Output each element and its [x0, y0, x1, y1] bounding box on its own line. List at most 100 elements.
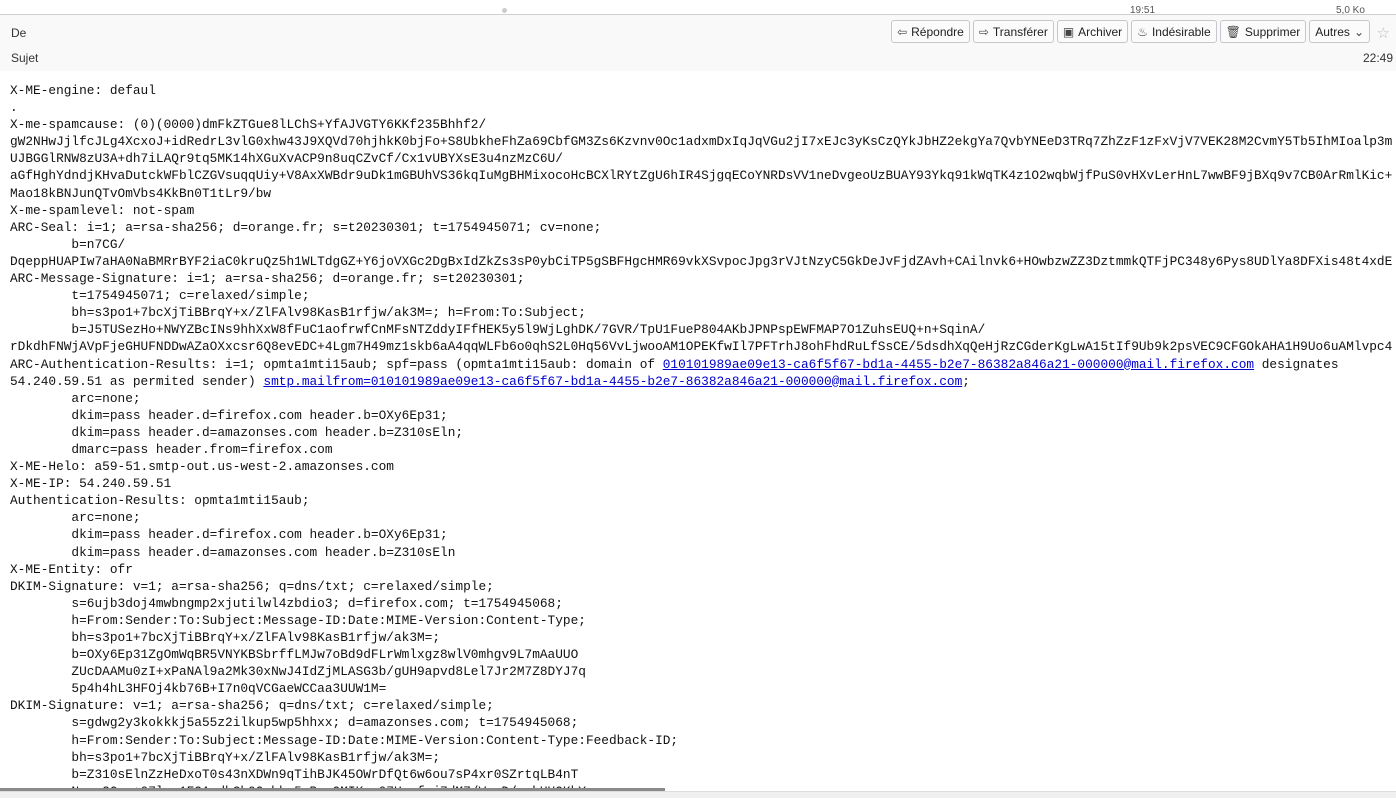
from-label: De: [11, 26, 27, 40]
header-line: ARC-Seal: i=1; a=rsa-sha256; d=orange.fr…: [10, 219, 1392, 236]
header-line: rDkdhFNWjAVpFjeGHUFNDDwAZaOXxcsr6Q8evEDC…: [10, 338, 1392, 355]
header-line-text: X-ME-IP: 54.240.59.51: [10, 476, 172, 492]
reply-button[interactable]: ⇦ Répondre: [891, 20, 970, 43]
button-label: Répondre: [911, 24, 964, 39]
header-line: s=gdwg2y3kokkkj5a55z2ilkup5wp5hhxx; d=am…: [10, 714, 1392, 731]
header-line-text: b=Z310sElnZzHeDxoT0s43nXDWn9qTihBJK45OWr…: [10, 766, 579, 782]
header-line: X-me-spamcause: (0)(0000)dmFkZTGue8lLChS…: [10, 116, 1392, 133]
archive-icon: ▣: [1062, 24, 1075, 39]
header-line: X-ME-engine: defaul: [10, 82, 1392, 99]
header-line: X-ME-Helo: a59-51.smtp-out.us-west-2.ama…: [10, 458, 1392, 475]
header-line: UJBGGlRNW8zU3A+dh7iLAQr9tq5MK14hXGuXvACP…: [10, 150, 1392, 167]
header-line: h=From:Sender:To:Subject:Message-ID:Date…: [10, 732, 1392, 749]
button-label: Transférer: [992, 24, 1048, 39]
header-line: dkim=pass header.d=firefox.com header.b=…: [10, 407, 1392, 424]
header-line-text: 54.240.59.51 as permited sender): [10, 373, 264, 389]
header-line-text: ;: [962, 373, 970, 389]
header-line-text: 5p4h4hL3HFOj4kb76B+I7n0qVCGaeWCCaa3UUW1M…: [10, 681, 387, 697]
forward-button[interactable]: ⇨ Transférer: [972, 20, 1054, 43]
header-line-text: aGfHghYdndjKHvaDutckWFblCZGVsuqqUiy+V8Ax…: [10, 168, 1393, 184]
button-label: Autres: [1315, 24, 1350, 39]
message-time: 22:49: [1362, 51, 1393, 65]
header-line: bh=s3po1+7bcXjTiBBrqY+x/ZlFAlv98KasB1rfj…: [10, 304, 1392, 321]
message-source: X-ME-engine: defaul. X-me-spamcause: (0)(…: [10, 82, 1392, 800]
header-line: arc=none;: [10, 509, 1392, 526]
header-line-text: X-ME-Helo: a59-51.smtp-out.us-west-2.ama…: [10, 459, 394, 475]
header-line-text: dkim=pass header.d=amazonses.com header.…: [10, 424, 464, 440]
header-line: DKIM-Signature: v=1; a=rsa-sha256; q=dns…: [10, 697, 1392, 714]
header-line-text: ARC-Authentication-Results: i=1; opmta1m…: [10, 356, 663, 372]
header-line: b=J5TUSezHo+NWYZBcINs9hhXxW8fFuC1aofrwfC…: [10, 321, 1392, 338]
chevron-down-button[interactable]: Autres ⌄: [1309, 20, 1370, 43]
header-line-text: arc=none;: [10, 390, 141, 406]
header-line-text: X-ME-engine: defaul: [10, 83, 156, 98]
header-line-text: gW2NHwJjlfcJLg4XcxoJ+idRedrL3vlG0xhw43J9…: [10, 134, 1393, 150]
header-line: .: [10, 99, 1392, 116]
header-line-text: X-me-spamlevel: not-spam: [10, 202, 195, 218]
header-line-text: s=6ujb3doj4mwbngmp2xjutilwl4zbdio3; d=fi…: [10, 595, 563, 611]
header-line-text: ZUcDAAMu0zI+xPaNAl9a2Mk30xNwJ4IdZjMLASG3…: [10, 664, 586, 680]
email-link[interactable]: 010101989ae09e13-ca6f5f67-bd1a-4455-b2e7…: [663, 357, 1254, 372]
junk-button[interactable]: ♨ Indésirable: [1131, 20, 1217, 43]
reply-icon: ⇦: [897, 24, 908, 39]
list-row-time: 19:51: [1130, 5, 1156, 14]
header-line-text: dkim=pass header.d=amazonses.com header.…: [10, 544, 456, 560]
header-line-text: ARC-Message-Signature: i=1; a=rsa-sha256…: [10, 271, 525, 287]
button-label: Archiver: [1078, 24, 1123, 39]
header-line-text: .: [10, 100, 18, 116]
button-label: Indésirable: [1151, 24, 1211, 39]
header-line-text: ARC-Seal: i=1; a=rsa-sha256; d=orange.fr…: [10, 219, 602, 235]
header-line-text: dkim=pass header.d=firefox.com header.b=…: [10, 407, 448, 423]
message-list-row[interactable]: 19:51 5,0 Ko: [0, 0, 1396, 14]
header-line-text: Authentication-Results: opmta1mti15aub;: [10, 493, 310, 509]
header-line-text: X-me-spamcause: (0)(0000)dmFkZTGue8lLChS…: [10, 117, 487, 133]
header-line: t=1754945071; c=relaxed/simple;: [10, 287, 1392, 304]
header-line: arc=none;: [10, 390, 1392, 407]
header-line-text: DqeppHUAPIw7aHA0NaBMRrBYF2iaC0kruQz5h1WL…: [10, 253, 1393, 269]
header-line-text: arc=none;: [10, 510, 141, 526]
header-line-text: h=From:Sender:To:Subject:Message-ID:Date…: [10, 732, 679, 748]
email-link[interactable]: smtp.mailfrom=010101989ae09e13-ca6f5f67-…: [263, 374, 962, 389]
header-line: 5p4h4hL3HFOj4kb76B+I7n0qVCGaeWCCaa3UUW1M…: [10, 680, 1392, 697]
header-line: X-ME-IP: 54.240.59.51: [10, 475, 1392, 492]
header-line-text: dmarc=pass header.from=firefox.com: [10, 441, 333, 457]
subject-label: Sujet: [11, 51, 39, 65]
archive-button[interactable]: ▣ Archiver: [1056, 20, 1129, 43]
trash-icon: 🗑: [1225, 24, 1241, 39]
header-line-text: s=gdwg2y3kokkkj5a55z2ilkup5wp5hhxx; d=am…: [10, 715, 579, 731]
star-icon[interactable]: ☆: [1377, 24, 1390, 42]
header-line: s=6ujb3doj4mwbngmp2xjutilwl4zbdio3; d=fi…: [10, 595, 1392, 612]
header-line: dkim=pass header.d=amazonses.com header.…: [10, 424, 1392, 441]
header-line-text: DKIM-Signature: v=1; a=rsa-sha256; q=dns…: [10, 698, 494, 714]
header-line-text: bh=s3po1+7bcXjTiBBrqY+x/ZlFAlv98KasB1rfj…: [10, 749, 441, 765]
header-line: h=From:Sender:To:Subject:Message-ID:Date…: [10, 612, 1392, 629]
header-line-text: t=1754945071; c=relaxed/simple;: [10, 288, 310, 304]
header-line-text: b=J5TUSezHo+NWYZBcINs9hhXxW8fFuC1aofrwfC…: [10, 322, 986, 338]
header-line-text: rDkdhFNWjAVpFjeGHUFNDDwAZaOXxcsr6Q8evEDC…: [10, 339, 1393, 355]
chevron-down-icon: ⌄: [1353, 24, 1364, 39]
header-line: 54.240.59.51 as permited sender) smtp.ma…: [10, 373, 1392, 390]
header-line: bh=s3po1+7bcXjTiBBrqY+x/ZlFAlv98KasB1rfj…: [10, 749, 1392, 766]
header-line-text: UJBGGlRNW8zU3A+dh7iLAQr9tq5MK14hXGuXvACP…: [10, 151, 563, 167]
header-line: Mao18kBNJunQTvOmVbs4KkBn0T1tLr9/bw: [10, 185, 1392, 202]
trash-button[interactable]: 🗑 Supprimer: [1219, 20, 1307, 43]
header-line: X-ME-Entity: ofr: [10, 561, 1392, 578]
header-line: gW2NHwJjlfcJLg4XcxoJ+idRedrL3vlG0xhw43J9…: [10, 133, 1392, 150]
header-line: DqeppHUAPIw7aHA0NaBMRrBYF2iaC0kruQz5h1WL…: [10, 253, 1392, 270]
header-line-text: b=OXy6Ep31ZgOmWqBR5VNYKBSbrffLMJw7oBd9dF…: [10, 647, 579, 663]
read-status-dot: [502, 8, 507, 13]
button-label: Supprimer: [1244, 24, 1301, 39]
header-line: dmarc=pass header.from=firefox.com: [10, 441, 1392, 458]
forward-icon: ⇨: [978, 24, 989, 39]
header-line: dkim=pass header.d=firefox.com header.b=…: [10, 526, 1392, 543]
header-line: b=n7CG/: [10, 236, 1392, 253]
junk-icon: ♨: [1137, 24, 1148, 39]
header-line: DKIM-Signature: v=1; a=rsa-sha256; q=dns…: [10, 578, 1392, 595]
header-line-text: b=n7CG/: [10, 236, 126, 252]
header-line: ZUcDAAMu0zI+xPaNAl9a2Mk30xNwJ4IdZjMLASG3…: [10, 663, 1392, 680]
header-line: ARC-Message-Signature: i=1; a=rsa-sha256…: [10, 270, 1392, 287]
header-line: dkim=pass header.d=amazonses.com header.…: [10, 544, 1392, 561]
header-line: b=Z310sElnZzHeDxoT0s43nXDWn9qTihBJK45OWr…: [10, 766, 1392, 783]
header-line-text: h=From:Sender:To:Subject:Message-ID:Date…: [10, 612, 586, 628]
header-line-text: designates: [1254, 356, 1339, 372]
